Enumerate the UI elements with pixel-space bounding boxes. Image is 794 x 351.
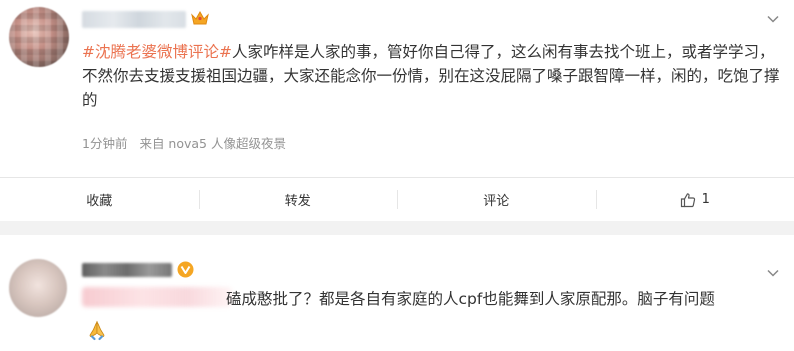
- avatar[interactable]: [9, 7, 69, 67]
- username-redacted[interactable]: [82, 11, 186, 28]
- repost-button[interactable]: 转发: [198, 178, 398, 221]
- mention-redacted[interactable]: [82, 287, 232, 307]
- post-time[interactable]: 1分钟前: [82, 136, 127, 151]
- comment-button[interactable]: 评论: [397, 178, 596, 221]
- commenter-avatar[interactable]: [9, 259, 67, 317]
- action-bar: 收藏 转发 评论 1: [0, 177, 794, 221]
- avatar-mosaic: [9, 7, 69, 67]
- comment-text: 磕成憨批了？都是各自有家庭的人cpf也能舞到人家原配那。脑子有问题: [226, 290, 715, 308]
- commenter-name-redacted[interactable]: [82, 263, 172, 277]
- section-divider: [0, 221, 794, 235]
- post-source[interactable]: 来自 nova5 人像超级夜景: [139, 136, 286, 151]
- chevron-down-icon[interactable]: [766, 266, 780, 280]
- like-count: 1: [701, 192, 710, 207]
- praying-hands-emoji: [86, 319, 108, 341]
- like-button[interactable]: 1: [595, 178, 794, 221]
- repost-label: 转发: [284, 194, 311, 209]
- weibo-post: #沈腾老婆微博评论#人家咋样是人家的事，管好你自己得了，这么闲有事去找个班上，或…: [0, 0, 794, 175]
- favorite-label: 收藏: [86, 194, 113, 209]
- comment-label: 评论: [483, 194, 510, 209]
- like-thumb-icon: [680, 192, 696, 208]
- comment-item: 磕成憨批了？都是各自有家庭的人cpf也能舞到人家原配那。脑子有问题: [0, 235, 794, 351]
- post-meta: 1分钟前 来自 nova5 人像超级夜景: [82, 133, 286, 152]
- chevron-down-icon[interactable]: [766, 12, 780, 26]
- topic-link[interactable]: #沈腾老婆微博评论#: [82, 43, 232, 61]
- crown-icon: [191, 10, 209, 25]
- vip-badge-icon: [177, 261, 194, 278]
- favorite-button[interactable]: 收藏: [0, 178, 199, 221]
- post-text: #沈腾老婆微博评论#人家咋样是人家的事，管好你自己得了，这么闲有事去找个班上，或…: [82, 40, 782, 112]
